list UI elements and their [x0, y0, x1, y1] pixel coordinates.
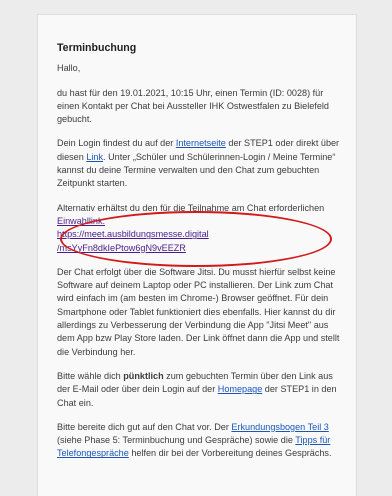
- preparation-paragraph: Bitte bereite dich gut auf den Chat vor.…: [57, 421, 347, 461]
- preparation-text-mid: (siehe Phase 5: Terminbuchung und Gesprä…: [57, 435, 296, 446]
- email-body: Terminbuchung Hallo, du hast für den 19.…: [57, 42, 347, 472]
- jitsi-paragraph: Der Chat erfolgt über die Software Jitsi…: [57, 266, 340, 357]
- email-card: Terminbuchung Hallo, du hast für den 19.…: [37, 14, 357, 496]
- login-link[interactable]: Link: [86, 152, 103, 162]
- greeting: Hallo,: [57, 63, 81, 74]
- erkundungsbogen-link[interactable]: Erkundungsbogen Teil 3: [231, 422, 328, 432]
- dial-in-paragraph: Alternativ erhältst du den für die Teiln…: [57, 202, 347, 255]
- punctuality-bold: pünktlich: [123, 370, 164, 381]
- internetseite-link[interactable]: Internetseite: [176, 138, 226, 148]
- preparation-text-post: helfen dir bei der Vorbereitung deines G…: [128, 448, 332, 459]
- dial-in-link-label[interactable]: Einwahllink:: [57, 216, 105, 226]
- punctuality-paragraph: Bitte wähle dich pünktlich zum gebuchten…: [57, 370, 347, 410]
- dial-in-url-line1[interactable]: https://meet.ausbildungsmesse.digital: [57, 229, 209, 239]
- appointment-paragraph: du hast für den 19.01.2021, 10:15 Uhr, e…: [57, 87, 329, 125]
- punctuality-text-pre: Bitte wähle dich: [57, 370, 124, 381]
- login-text-pre: Dein Login findest du auf der: [57, 138, 176, 149]
- preparation-text-pre: Bitte bereite dich gut auf den Chat vor.…: [57, 421, 232, 432]
- dial-in-url-line2[interactable]: /msYyFn8dkIePtow6gN9vEEZR: [57, 243, 186, 253]
- dial-in-text: Alternativ erhältst du den für die Teiln…: [57, 202, 325, 213]
- homepage-link[interactable]: Homepage: [218, 384, 263, 394]
- email-title: Terminbuchung: [57, 42, 137, 54]
- login-paragraph: Dein Login findest du auf der Internetse…: [57, 137, 347, 190]
